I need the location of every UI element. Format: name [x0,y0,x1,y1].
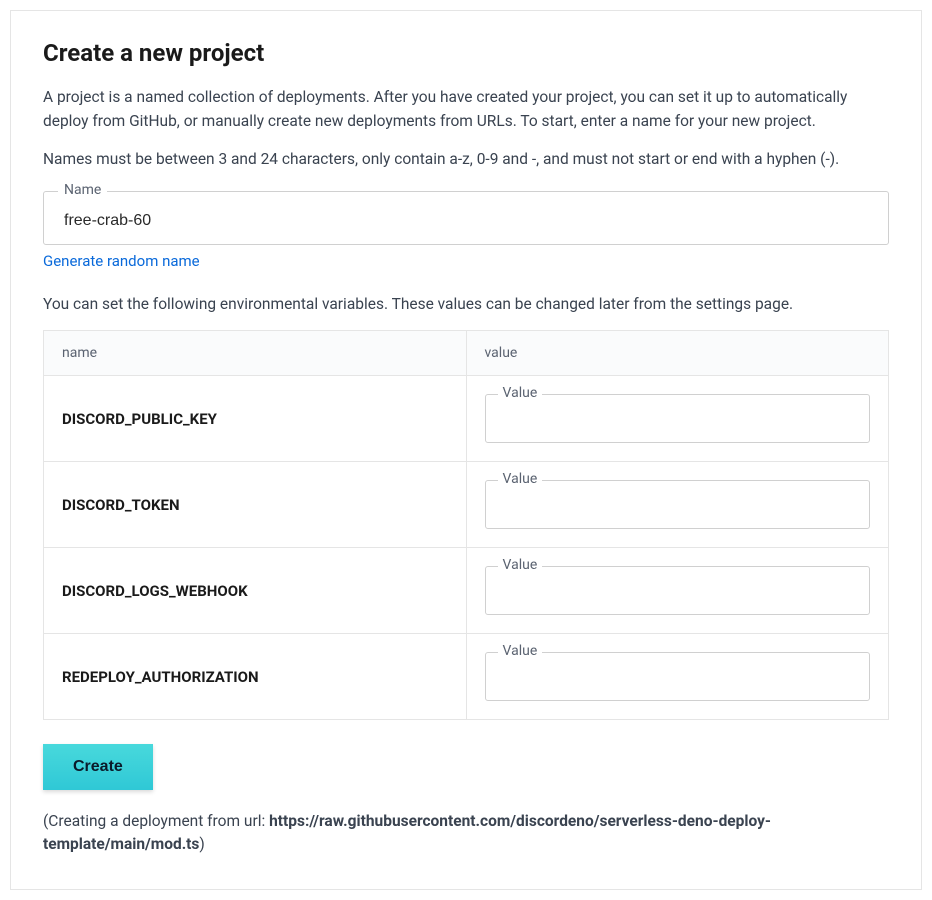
name-field-label: Name [58,182,107,198]
env-var-name: DISCORD_LOGS_WEBHOOK [62,582,248,600]
create-button[interactable]: Create [43,744,153,790]
env-value-input[interactable] [500,499,856,516]
env-value-field-wrapper: Value [485,480,871,529]
footer-note: (Creating a deployment from url: https:/… [43,810,889,857]
env-value-label: Value [498,557,543,573]
env-value-label: Value [498,471,543,487]
generate-random-name-link[interactable]: Generate random name [43,252,200,270]
env-var-row: DISCORD_TOKEN Value [44,462,889,548]
env-value-label: Value [498,643,543,659]
env-column-name: name [44,331,467,376]
env-var-row: REDEPLOY_AUTHORIZATION Value [44,634,889,720]
create-project-panel: Create a new project A project is a name… [10,10,922,890]
env-var-row: DISCORD_LOGS_WEBHOOK Value [44,548,889,634]
env-value-field-wrapper: Value [485,394,871,443]
env-var-name: REDEPLOY_AUTHORIZATION [62,668,259,686]
env-value-input[interactable] [500,585,856,602]
env-value-field-wrapper: Value [485,652,871,701]
env-value-input[interactable] [500,413,856,430]
page-title: Create a new project [43,39,889,67]
env-var-name: DISCORD_PUBLIC_KEY [62,410,217,428]
env-value-input[interactable] [500,671,856,688]
footer-prefix: (Creating a deployment from url: [43,812,269,830]
env-intro: You can set the following environmental … [43,292,889,316]
description-paragraph-1: A project is a named collection of deplo… [43,85,889,133]
env-var-row: DISCORD_PUBLIC_KEY Value [44,376,889,462]
env-vars-table: name value DISCORD_PUBLIC_KEYValueDISCOR… [43,330,889,720]
project-name-input[interactable] [64,212,868,230]
env-value-field-wrapper: Value [485,566,871,615]
env-column-value: value [466,331,889,376]
description-paragraph-2: Names must be between 3 and 24 character… [43,147,889,171]
name-field-wrapper: Name [43,191,889,245]
footer-suffix: ) [199,835,204,853]
env-var-name: DISCORD_TOKEN [62,496,180,514]
env-value-label: Value [498,385,543,401]
